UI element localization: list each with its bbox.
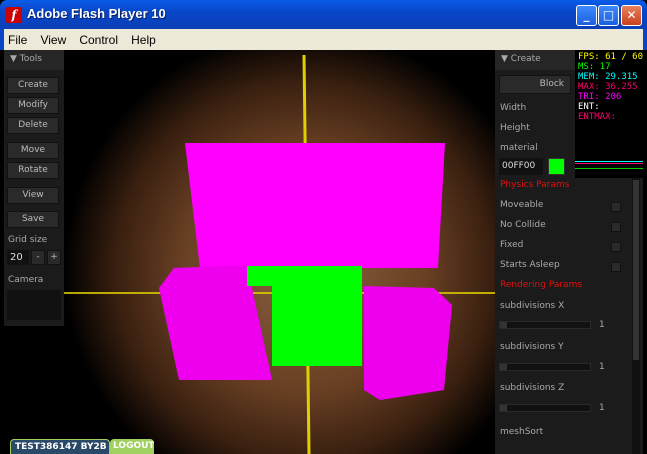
menu-control[interactable]: Control xyxy=(75,30,122,50)
no-collide-checkbox[interactable] xyxy=(611,222,621,232)
subdiv-x-label: subdivisions X xyxy=(500,301,565,311)
collapse-icon[interactable]: ▼ xyxy=(501,54,508,64)
modify-button[interactable]: Modify xyxy=(7,97,59,114)
entmax-text: ENTMAX: xyxy=(578,112,616,122)
flash-icon: f xyxy=(6,7,22,23)
flash-stage[interactable]: ▼ Tools Create Modify Delete Move Rotate… xyxy=(4,50,643,454)
grid-size-label: Grid size xyxy=(8,235,48,245)
save-button[interactable]: Save xyxy=(7,211,59,228)
create-header: Create xyxy=(510,54,541,64)
fixed-checkbox[interactable] xyxy=(611,242,621,252)
tools-header: Tools xyxy=(19,54,42,64)
moveable-checkbox[interactable] xyxy=(611,202,621,212)
create-button[interactable]: Create xyxy=(7,77,59,94)
ms-text: MS: 17 xyxy=(578,62,611,72)
block-button[interactable]: Block xyxy=(499,75,571,94)
minimize-button[interactable]: _ xyxy=(576,5,597,26)
fps-text: FPS: 61 / 60 xyxy=(578,52,643,62)
panel-scrollbar[interactable] xyxy=(632,178,640,454)
tri-text: TRI: 206 xyxy=(578,92,622,102)
rotate-button[interactable]: Rotate xyxy=(7,162,59,179)
user-tab: TEST386147 BY2B xyxy=(10,439,110,454)
stats-monitor: FPS: 61 / 60 MS: 17 MEM: 29.315 MAX: 36.… xyxy=(575,50,643,178)
grid-minus-button[interactable]: - xyxy=(31,250,45,265)
subdiv-x-value: 1 xyxy=(599,320,605,330)
window-title: Adobe Flash Player 10 xyxy=(27,6,166,21)
material-input[interactable]: 00FF00 xyxy=(499,158,543,175)
rendering-params-header: Rendering Params xyxy=(500,280,583,290)
camera-label: Camera xyxy=(8,275,44,285)
subdiv-z-value: 1 xyxy=(599,403,605,413)
moveable-label: Moveable xyxy=(500,200,544,210)
height-label: Height xyxy=(500,123,530,133)
material-color-swatch[interactable] xyxy=(548,158,565,175)
close-button[interactable]: ✕ xyxy=(621,5,642,26)
material-label: material xyxy=(500,143,538,153)
width-label: Width xyxy=(500,103,527,113)
starts-asleep-checkbox[interactable] xyxy=(611,262,621,272)
tools-panel: ▼ Tools Create Modify Delete Move Rotate… xyxy=(4,50,64,326)
mesh-sort-label: meshSort xyxy=(500,427,544,437)
ent-text: ENT: xyxy=(578,102,600,112)
subdiv-y-slider[interactable] xyxy=(499,363,591,371)
grid-size-input[interactable]: 20 xyxy=(7,250,29,265)
delete-button[interactable]: Delete xyxy=(7,117,59,134)
collapse-icon[interactable]: ▼ xyxy=(10,54,17,64)
fixed-label: Fixed xyxy=(500,240,524,250)
subdiv-x-slider[interactable] xyxy=(499,321,591,329)
logout-tab[interactable]: LOGOUT xyxy=(110,439,154,454)
magenta-block-right xyxy=(364,286,452,400)
max-text: MAX: 36.255 xyxy=(578,82,638,92)
no-collide-label: No Collide xyxy=(500,220,546,230)
maximize-button[interactable]: □ xyxy=(598,5,619,26)
subdiv-z-label: subdivisions Z xyxy=(500,383,565,393)
subdiv-z-slider[interactable] xyxy=(499,404,591,412)
mem-text: MEM: 29.315 xyxy=(578,72,638,82)
title-bar: f Adobe Flash Player 10 _ □ ✕ xyxy=(0,0,647,29)
camera-list[interactable] xyxy=(7,290,61,320)
move-button[interactable]: Move xyxy=(7,142,59,159)
magenta-block-top xyxy=(185,143,445,268)
menu-view[interactable]: View xyxy=(36,30,70,50)
subdiv-y-label: subdivisions Y xyxy=(500,342,564,352)
subdiv-y-value: 1 xyxy=(599,362,605,372)
menu-bar: File View Control Help xyxy=(0,29,647,50)
starts-asleep-label: Starts Asleep xyxy=(500,260,560,270)
view-button[interactable]: View xyxy=(7,187,59,204)
physics-params-header: Physics Params xyxy=(500,180,570,190)
menu-file[interactable]: File xyxy=(4,30,31,50)
stats-graph xyxy=(575,168,643,169)
grid-plus-button[interactable]: + xyxy=(47,250,61,265)
menu-help[interactable]: Help xyxy=(127,30,160,50)
